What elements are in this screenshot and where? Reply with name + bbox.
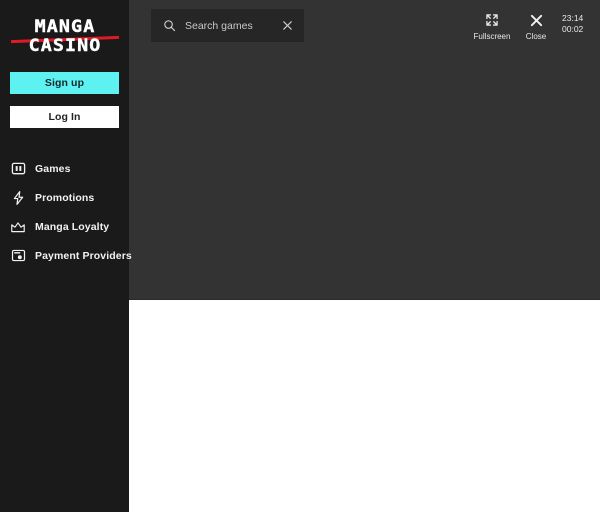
page-body-blank <box>128 300 600 512</box>
sidebar-item-label: Manga Loyalty <box>35 220 110 233</box>
fullscreen-button[interactable]: Fullscreen <box>470 11 514 41</box>
search-clear-icon[interactable] <box>281 19 294 32</box>
sidebar-item-payment-providers[interactable]: Payment Providers <box>0 241 132 270</box>
payment-card-icon <box>8 247 28 265</box>
game-topbar: Search games Fullscreen Close 23:14 00:0… <box>129 0 600 52</box>
games-grid-icon <box>8 160 28 178</box>
fullscreen-label: Fullscreen <box>473 32 511 41</box>
top-action-group: Fullscreen Close 23:14 00:02 <box>470 9 592 41</box>
sidebar-item-label: Payment Providers <box>35 249 132 262</box>
sidebar-item-label: Games <box>35 162 71 175</box>
search-input[interactable]: Search games <box>151 9 304 42</box>
logo-text-bottom: CASINO <box>28 36 101 56</box>
lightning-bolt-icon <box>8 189 28 207</box>
crown-icon <box>8 218 28 236</box>
clock-time: 23:14 <box>562 13 584 23</box>
logo-text-top: MANGA <box>34 17 95 37</box>
sidebar-item-label: Promotions <box>35 191 95 204</box>
sidebar-item-games[interactable]: Games <box>0 154 129 183</box>
sidebar-item-promotions[interactable]: Promotions <box>0 183 129 212</box>
sign-up-button[interactable]: Sign up <box>10 72 119 94</box>
sidebar-item-manga-loyalty[interactable]: Manga Loyalty <box>0 212 129 241</box>
logo-graphic: MANGA CASINO <box>10 18 119 55</box>
search-icon <box>163 19 176 32</box>
fullscreen-expand-icon <box>485 11 499 29</box>
clock-elapsed: 00:02 <box>562 24 584 35</box>
game-viewport-panel: Search games Fullscreen Close 23:14 00:0… <box>129 0 600 300</box>
sidebar: MANGA CASINO Sign up Log In Games Promot… <box>0 0 132 512</box>
main-content: Search games Fullscreen Close 23:14 00:0… <box>128 0 600 512</box>
search-placeholder: Search games <box>185 19 253 32</box>
close-game-button[interactable]: Close <box>514 11 558 41</box>
auth-buttons: Sign up Log In <box>0 72 129 128</box>
log-in-button[interactable]: Log In <box>10 106 119 128</box>
brand-logo[interactable]: MANGA CASINO <box>0 0 129 70</box>
casino-app-window: MANGA CASINO Sign up Log In Games Promot… <box>0 0 600 512</box>
session-clock: 23:14 00:02 <box>562 11 592 36</box>
close-label: Close <box>525 32 547 41</box>
close-x-icon <box>529 11 544 29</box>
sidebar-nav: Games Promotions Manga Loyalty Payment P… <box>0 154 132 270</box>
